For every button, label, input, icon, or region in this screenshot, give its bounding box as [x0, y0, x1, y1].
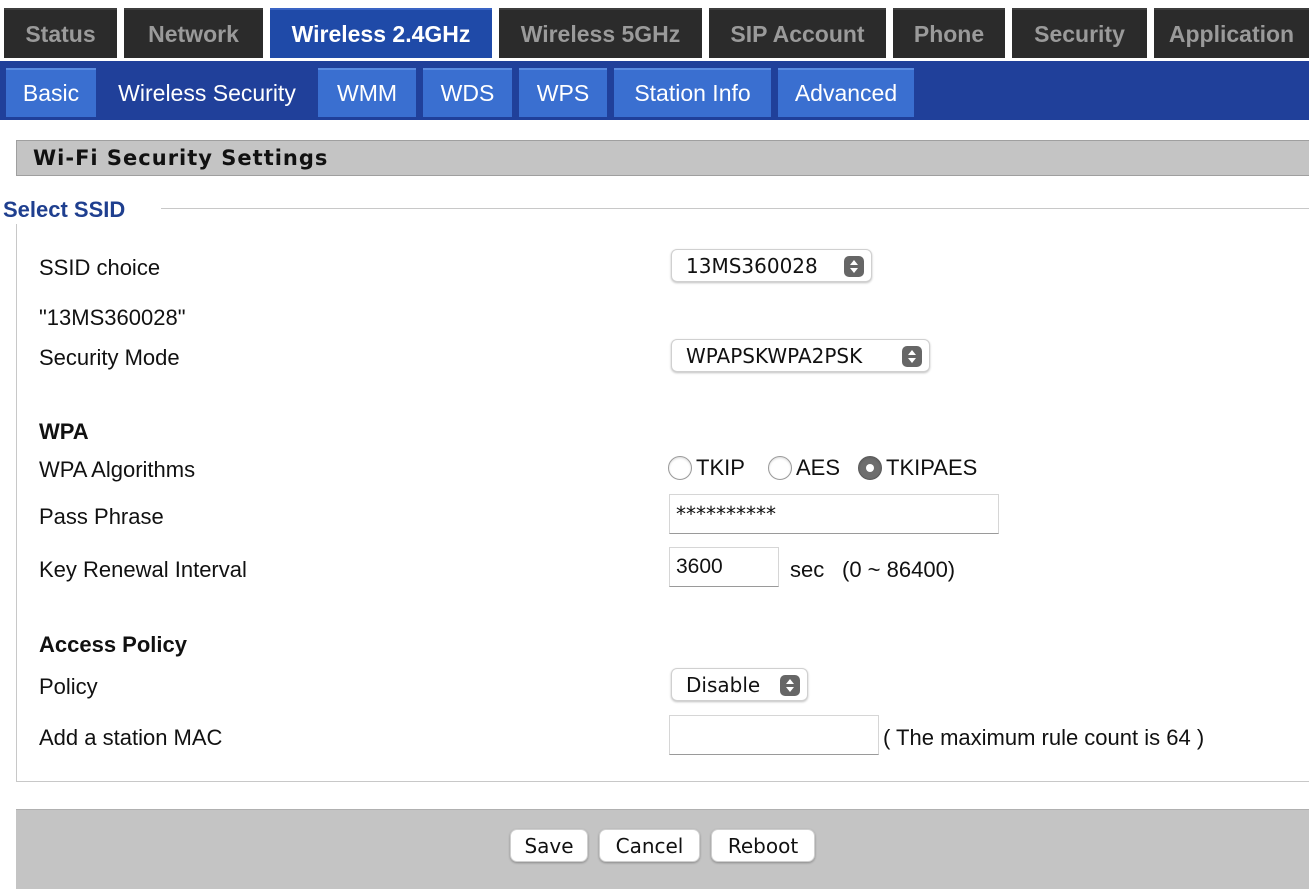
- tab-status[interactable]: Status: [4, 8, 117, 58]
- policy-value: Disable: [686, 672, 761, 697]
- radio-checked-icon[interactable]: [858, 456, 882, 480]
- save-button[interactable]: Save: [510, 829, 588, 862]
- tab-phone[interactable]: Phone: [893, 8, 1005, 58]
- access-policy-heading: Access Policy: [39, 632, 187, 657]
- reboot-button[interactable]: Reboot: [711, 829, 815, 862]
- select-ssid-legend: Select SSID: [0, 196, 162, 224]
- tab-wireless-5ghz[interactable]: Wireless 5GHz: [499, 8, 702, 58]
- cancel-button[interactable]: Cancel: [599, 829, 700, 862]
- tab-network[interactable]: Network: [124, 8, 263, 58]
- subtab-wmm[interactable]: WMM: [318, 68, 416, 117]
- top-tab-bar: Status Network Wireless 2.4GHz Wireless …: [0, 0, 1309, 61]
- pass-phrase-label: Pass Phrase: [39, 504, 164, 529]
- security-mode-label: Security Mode: [39, 345, 180, 370]
- policy-select[interactable]: Disable: [671, 668, 808, 701]
- security-mode-value: WPAPSKWPA2PSK: [686, 343, 863, 368]
- radio-tkipaes[interactable]: TKIPAES: [858, 454, 977, 482]
- key-renewal-label: Key Renewal Interval: [39, 557, 247, 582]
- subtab-wps[interactable]: WPS: [519, 68, 607, 117]
- radio-aes-label: AES: [796, 455, 841, 480]
- subtab-advanced[interactable]: Advanced: [778, 68, 914, 117]
- sub-tab-bar: Basic Wireless Security WMM WDS WPS Stat…: [0, 61, 1309, 120]
- select-ssid-fieldset: [16, 208, 1309, 782]
- subtab-basic[interactable]: Basic: [6, 68, 96, 117]
- key-renewal-range: (0 ~ 86400): [842, 557, 956, 582]
- wpa-heading: WPA: [39, 419, 89, 444]
- subtab-station-info[interactable]: Station Info: [614, 68, 771, 117]
- tab-wireless-2-4ghz[interactable]: Wireless 2.4GHz: [270, 8, 492, 58]
- select-arrows-icon: [902, 346, 922, 367]
- ssid-choice-select[interactable]: 13MS360028: [671, 249, 872, 282]
- select-arrows-icon: [844, 256, 864, 277]
- section-title: Wi-Fi Security Settings: [16, 140, 1309, 176]
- security-mode-select[interactable]: WPAPSKWPA2PSK: [671, 339, 930, 372]
- radio-unchecked-icon[interactable]: [768, 456, 792, 480]
- station-mac-input[interactable]: [669, 715, 879, 755]
- subtab-wds[interactable]: WDS: [423, 68, 512, 117]
- wpa-algorithms-label: WPA Algorithms: [39, 457, 196, 482]
- max-rule-note: ( The maximum rule count is 64 ): [883, 725, 1205, 750]
- radio-tkip-label: TKIP: [696, 455, 745, 480]
- radio-unchecked-icon[interactable]: [668, 456, 692, 480]
- add-station-mac-label: Add a station MAC: [39, 725, 223, 750]
- select-arrows-icon: [780, 675, 800, 696]
- policy-label: Policy: [39, 674, 98, 699]
- radio-aes[interactable]: AES: [768, 454, 840, 482]
- radio-tkipaes-label: TKIPAES: [886, 455, 978, 480]
- key-renewal-unit: sec: [790, 557, 825, 582]
- subtab-wireless-security[interactable]: Wireless Security: [103, 68, 311, 117]
- ssid-name-display: "13MS360028": [39, 305, 186, 330]
- key-renewal-input[interactable]: 3600: [669, 547, 779, 587]
- ssid-choice-value: 13MS360028: [686, 253, 818, 278]
- tab-sip-account[interactable]: SIP Account: [709, 8, 886, 58]
- tab-security[interactable]: Security: [1012, 8, 1147, 58]
- radio-tkip[interactable]: TKIP: [668, 454, 745, 482]
- ssid-choice-label: SSID choice: [39, 255, 161, 280]
- tab-application[interactable]: Application: [1154, 8, 1309, 58]
- pass-phrase-input[interactable]: **********: [669, 494, 999, 534]
